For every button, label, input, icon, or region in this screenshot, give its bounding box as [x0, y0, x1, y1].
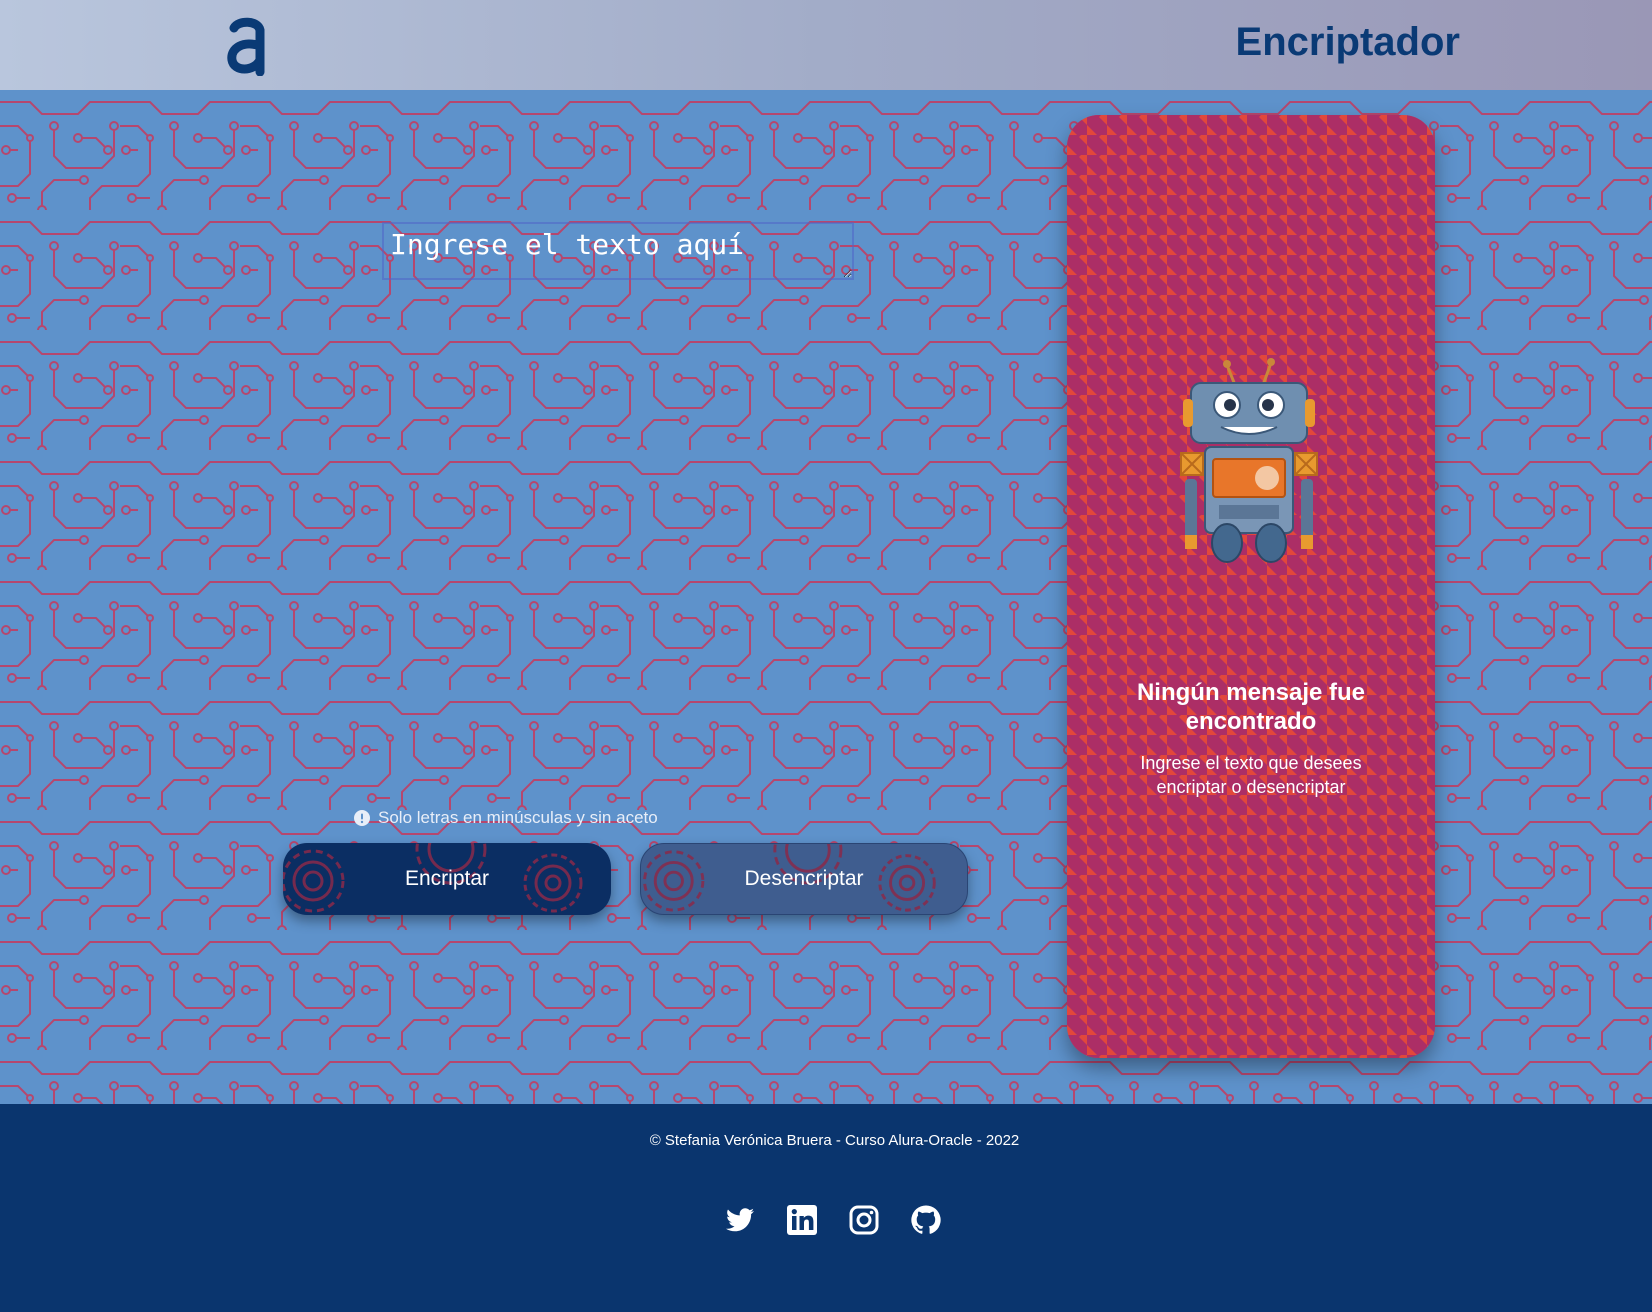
input-hint: Solo letras en minúsculas y sin aceto: [354, 808, 658, 828]
copyright-text: © Stefania Verónica Bruera - Curso Alura…: [649, 1132, 1020, 1149]
encrypt-button[interactable]: Encriptar: [283, 843, 611, 915]
linkedin-icon[interactable]: [786, 1204, 818, 1236]
decrypt-button[interactable]: Desencriptar: [640, 843, 968, 915]
hint-text: Solo letras en minúsculas y sin aceto: [378, 808, 658, 827]
page-header: Encriptador: [0, 0, 1652, 90]
result-subtitle: Ingrese el texto que desees encriptar o …: [1140, 753, 1362, 797]
decrypt-button-label: Desencriptar: [744, 867, 864, 890]
encrypt-button-label: Encriptar: [404, 867, 490, 890]
instagram-icon[interactable]: [848, 1204, 880, 1236]
robot-illustration: [1180, 358, 1318, 563]
result-title: Ningún mensaje fue encontrado: [1136, 679, 1366, 735]
message-input[interactable]: [382, 222, 854, 280]
exclamation-circle-icon: [354, 810, 370, 826]
houndstooth-pattern: [1067, 115, 1435, 1058]
result-panel: Ningún mensaje fue encontrado Ingrese el…: [1067, 115, 1435, 1058]
github-icon[interactable]: [910, 1204, 942, 1236]
page-footer: © Stefania Verónica Bruera - Curso Alura…: [0, 1104, 1652, 1312]
app-title: Encriptador: [1235, 20, 1460, 64]
social-links: [724, 1204, 942, 1236]
twitter-icon[interactable]: [724, 1204, 756, 1236]
alura-logo-icon[interactable]: [224, 14, 272, 76]
main-area: Solo letras en minúsculas y sin aceto En…: [0, 90, 1652, 1104]
